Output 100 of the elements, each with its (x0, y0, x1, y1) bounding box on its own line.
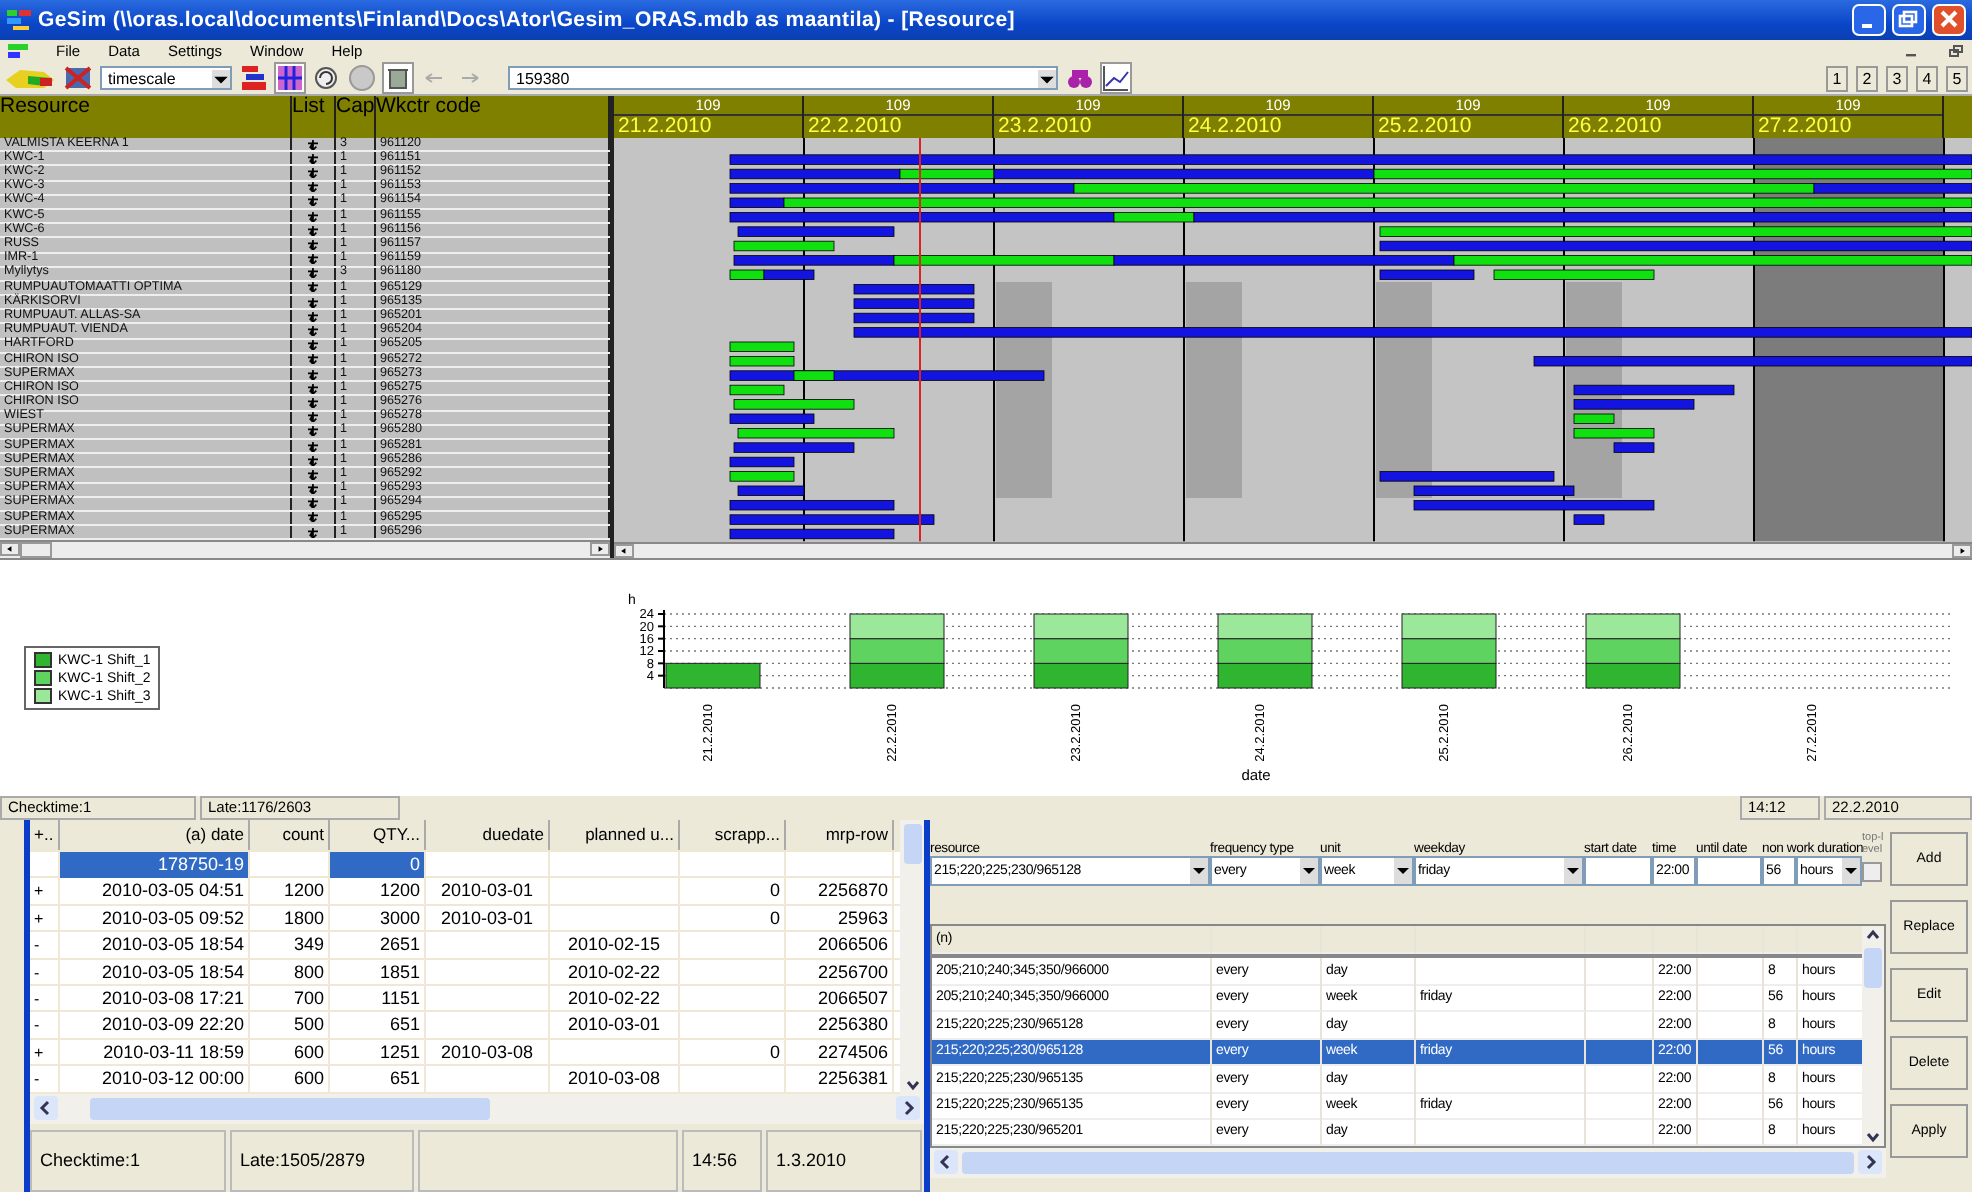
table-row[interactable]: 178750-19 0 (30, 852, 900, 879)
gantt-bar[interactable] (729, 528, 895, 540)
list-icon[interactable] (308, 239, 318, 250)
arrow-icon[interactable] (4, 64, 56, 92)
gantt-bar[interactable] (1493, 269, 1655, 280)
list-icon[interactable] (308, 455, 318, 466)
gantt-bar[interactable] (1573, 384, 1735, 396)
gantt-bar[interactable] (1073, 183, 1815, 194)
column-header[interactable]: Resource (0, 96, 292, 138)
list-icon[interactable] (308, 426, 318, 437)
restore-button[interactable] (1892, 4, 1926, 36)
table-row[interactable]: - 2010-03-05 18:54 349 2651 2010-02-15 2066506 (30, 932, 900, 960)
gantt-bar[interactable] (729, 370, 1045, 381)
scrollbar[interactable] (30, 1093, 924, 1124)
list-icon[interactable] (308, 153, 318, 164)
gantt-bar[interactable] (1373, 168, 1972, 180)
gantt-bar[interactable] (1379, 240, 1972, 252)
table-row[interactable]: - 2010-03-08 17:21 700 1151 2010-02-22 2066507 (30, 985, 900, 1013)
scrollbar-thumb[interactable] (1864, 948, 1882, 988)
gantt-bar[interactable] (1379, 226, 1972, 237)
gantt-bar[interactable] (1533, 356, 1972, 367)
list-icon[interactable] (308, 311, 318, 322)
list-icon[interactable] (308, 282, 318, 293)
caret-icon[interactable] (1842, 858, 1860, 884)
caret-icon[interactable] (212, 69, 230, 87)
gantt-bar[interactable] (729, 456, 795, 468)
list-icon[interactable] (308, 326, 318, 337)
column-header[interactable]: (a) date (60, 820, 250, 850)
column-header[interactable]: mrp-row (786, 820, 894, 850)
list-icon[interactable] (308, 469, 318, 480)
list-icon[interactable] (308, 527, 318, 538)
column-header[interactable]: planned u... (550, 820, 680, 850)
list-icon[interactable] (308, 182, 318, 193)
gantt-bar[interactable] (1113, 212, 1195, 223)
column-header[interactable]: scrapp... (680, 820, 786, 850)
gantt-bar[interactable] (737, 428, 895, 439)
list-icon[interactable] (308, 297, 318, 308)
caret-icon[interactable] (1300, 858, 1318, 884)
list-icon[interactable] (308, 354, 318, 365)
gantt-bar[interactable] (729, 471, 795, 482)
input-field[interactable] (1696, 856, 1762, 886)
column-header[interactable]: QTY... (330, 820, 426, 850)
table-row[interactable]: + 2010-03-11 18:59 600 1251 2010-03-08 0 2274506 (30, 1039, 900, 1067)
line-chart-icon[interactable] (1102, 64, 1130, 92)
scrollbar[interactable] (614, 541, 1972, 558)
caret-icon[interactable] (1394, 858, 1412, 884)
column-header[interactable]: count (250, 820, 330, 850)
order-combo-box[interactable]: 159380 (508, 66, 1058, 90)
table-row[interactable]: + 2010-03-05 09:52 1800 3000 2010-03-01 0 25963 (30, 905, 900, 933)
list-icon[interactable] (308, 225, 318, 236)
list-icon[interactable] (308, 139, 318, 150)
column-header[interactable]: Wkctr code (376, 96, 610, 138)
list-icon[interactable] (308, 498, 318, 509)
gantt-bar[interactable] (793, 370, 835, 381)
column-header[interactable]: duedate (426, 820, 550, 850)
grid-icon[interactable] (276, 64, 304, 92)
scrollbar[interactable] (930, 1147, 1886, 1178)
gantt-bar[interactable] (733, 399, 855, 410)
column-header[interactable]: +.. (30, 820, 60, 850)
bar-chart-icon[interactable] (240, 64, 268, 92)
page-button[interactable]: 2 (1856, 65, 1878, 91)
gantt-bar[interactable] (729, 356, 795, 367)
list-icon[interactable] (308, 412, 318, 423)
caret-icon[interactable] (1564, 858, 1582, 884)
gantt-bar[interactable] (729, 269, 765, 280)
gantt-bar[interactable] (1573, 428, 1655, 439)
gantt-bar[interactable] (1573, 413, 1615, 424)
gantt-bar[interactable] (729, 168, 901, 180)
list-icon[interactable] (308, 369, 318, 380)
column-header[interactable]: List (292, 96, 336, 138)
gantt-bar[interactable] (1193, 212, 1972, 223)
scrollbar[interactable] (900, 820, 924, 1094)
gantt-bar[interactable] (729, 341, 795, 352)
gantt-bar[interactable] (1453, 255, 1972, 266)
list-icon[interactable] (308, 196, 318, 207)
gantt-bar[interactable] (853, 312, 975, 324)
list-icon[interactable] (308, 397, 318, 408)
crossed-image-icon[interactable] (64, 64, 92, 92)
list-icon[interactable] (308, 211, 318, 222)
binoculars-icon[interactable] (1066, 64, 1094, 92)
column-header[interactable]: Cap (336, 96, 376, 138)
list-icon[interactable] (308, 383, 318, 394)
list-icon[interactable] (308, 484, 318, 495)
gantt-bar[interactable] (899, 168, 995, 180)
list-icon[interactable] (308, 254, 318, 265)
gantt-bar[interactable] (993, 168, 1375, 180)
gantt-bar[interactable] (729, 384, 785, 396)
minimize-button[interactable] (1852, 4, 1886, 36)
table-row[interactable]: - 2010-03-05 18:54 800 1851 2010-02-22 2256700 (30, 959, 900, 986)
caret-icon[interactable] (1190, 858, 1208, 884)
list-icon[interactable] (308, 441, 318, 452)
scrollbar-thumb[interactable] (903, 824, 921, 864)
page-button[interactable]: 4 (1916, 65, 1938, 91)
table-row[interactable]: + 2010-03-05 04:51 1200 1200 2010-03-01 0 2256870 (30, 878, 900, 906)
list-icon[interactable] (308, 512, 318, 523)
scrollbar[interactable] (0, 540, 610, 558)
table-row[interactable]: - 2010-03-09 22:20 500 651 2010-03-01 2256380 (30, 1012, 900, 1040)
gantt-bar[interactable] (893, 255, 1115, 266)
close-button[interactable] (1932, 4, 1966, 36)
list-icon[interactable] (308, 340, 318, 351)
